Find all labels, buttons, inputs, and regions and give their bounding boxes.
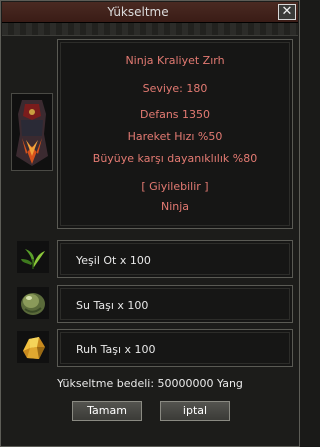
title-bar[interactable]: Yükseltme ✕ [2, 2, 298, 23]
item-movement-speed: Hareket Hızı %50 [127, 130, 223, 143]
item-class: Ninja [160, 200, 190, 213]
material-row: Ruh Taşı x 100 [57, 329, 293, 367]
upgrade-cost: Yükseltme bedeli: 50000000 Yang [57, 377, 243, 390]
upgrade-window: Yükseltme ✕ Ninja Kraliyet Zırh Seviye: … [0, 0, 300, 447]
ornament-divider [2, 23, 298, 36]
armor-icon [12, 94, 52, 170]
item-info-panel: Ninja Kraliyet Zırh Seviye: 180 Defans 1… [57, 39, 293, 229]
cancel-button[interactable]: iptal [160, 401, 230, 421]
material-label: Yeşil Ot x 100 [76, 254, 151, 267]
water-stone-icon [17, 287, 49, 319]
material-row: Su Taşı x 100 [57, 285, 293, 323]
material-label: Su Taşı x 100 [76, 299, 149, 312]
item-level: Seviye: 180 [142, 82, 208, 95]
item-name: Ninja Kraliyet Zırh [125, 54, 225, 67]
herb-icon [17, 241, 49, 273]
material-row: Yeşil Ot x 100 [57, 240, 293, 278]
ok-button[interactable]: Tamam [72, 401, 142, 421]
item-magic-resistance: Büyüye karşı dayanıklılık %80 [92, 152, 258, 165]
soul-stone-icon [17, 331, 49, 363]
close-icon: ✕ [281, 4, 293, 19]
item-defense: Defans 1350 [139, 108, 211, 121]
item-wearable: [ Giyilebilir ] [141, 180, 209, 193]
window-title: Yükseltme [107, 5, 169, 19]
close-button[interactable]: ✕ [278, 4, 296, 20]
item-thumbnail [11, 93, 53, 171]
material-label: Ruh Taşı x 100 [76, 343, 156, 356]
